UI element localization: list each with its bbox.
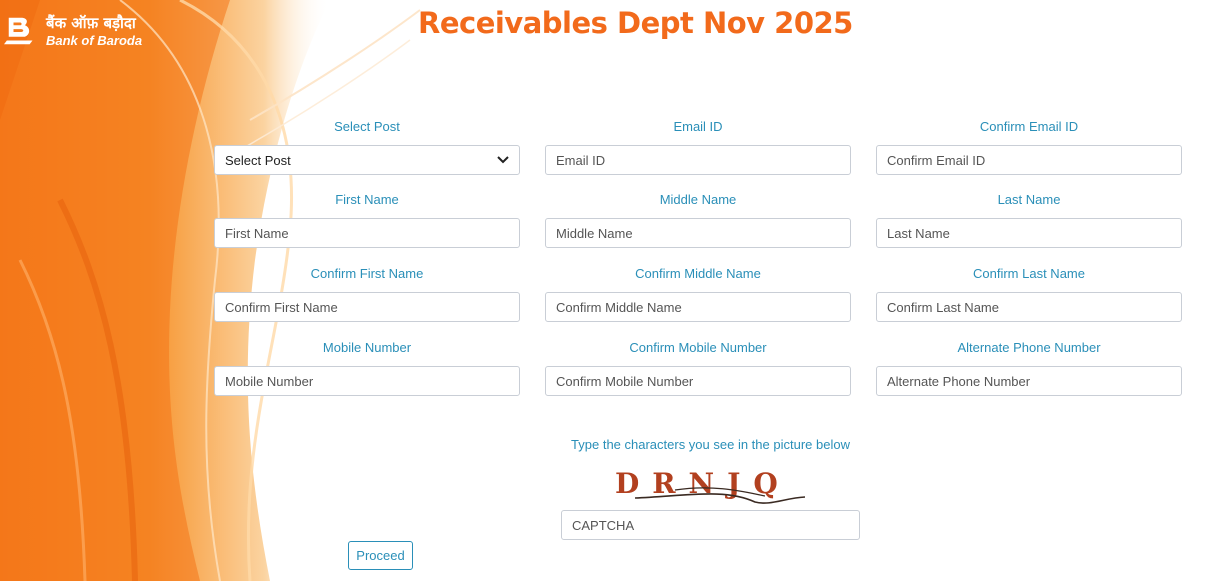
bank-logo[interactable]: बैंक ऑफ़ बड़ौदा Bank of Baroda — [4, 12, 142, 50]
confirm-email-input[interactable] — [876, 145, 1182, 175]
bank-of-baroda-logo-icon — [4, 17, 33, 45]
email-label: Email ID — [673, 119, 723, 134]
last-name-field: Last Name — [876, 191, 1182, 248]
select-post-value: Select Post — [225, 152, 291, 168]
confirm-last-name-label: Confirm Last Name — [973, 266, 1085, 281]
confirm-last-name-field: Confirm Last Name — [876, 265, 1182, 322]
captcha-instruction: Type the characters you see in the pictu… — [571, 437, 850, 452]
confirm-mobile-label: Confirm Mobile Number — [629, 340, 767, 355]
last-name-label: Last Name — [997, 192, 1061, 207]
confirm-last-name-input[interactable] — [876, 292, 1182, 322]
email-input[interactable] — [545, 145, 851, 175]
mobile-input[interactable] — [214, 366, 520, 396]
confirm-middle-name-field: Confirm Middle Name — [545, 265, 851, 322]
first-name-input[interactable] — [214, 218, 520, 248]
middle-name-label: Middle Name — [659, 192, 737, 207]
alternate-phone-label: Alternate Phone Number — [957, 340, 1101, 355]
confirm-middle-name-input[interactable] — [545, 292, 851, 322]
select-post-label: Select Post — [334, 119, 400, 134]
confirm-email-label: Confirm Email ID — [979, 119, 1079, 134]
alternate-phone-input[interactable] — [876, 366, 1182, 396]
brand-name-hindi: बैंक ऑफ़ बड़ौदा — [46, 13, 136, 32]
brand-name-english: Bank of Baroda — [46, 32, 143, 48]
confirm-first-name-label: Confirm First Name — [310, 266, 424, 281]
confirm-first-name-input[interactable] — [214, 292, 520, 322]
mobile-field: Mobile Number — [214, 339, 520, 396]
page-title: Receivables Dept Nov 2025 — [418, 6, 853, 40]
captcha-text: DRNJQ — [615, 467, 791, 500]
chevron-down-icon — [497, 156, 509, 164]
first-name-label: First Name — [335, 192, 399, 207]
select-post-field: Select Post Select Post — [214, 118, 520, 175]
middle-name-input[interactable] — [545, 218, 851, 248]
middle-name-field: Middle Name — [545, 191, 851, 248]
confirm-first-name-field: Confirm First Name — [214, 265, 520, 322]
confirm-mobile-input[interactable] — [545, 366, 851, 396]
proceed-button[interactable]: Proceed — [348, 541, 413, 570]
email-field: Email ID — [545, 118, 851, 175]
confirm-middle-name-label: Confirm Middle Name — [635, 266, 761, 281]
mobile-label: Mobile Number — [322, 340, 412, 355]
confirm-email-field: Confirm Email ID — [876, 118, 1182, 175]
first-name-field: First Name — [214, 191, 520, 248]
captcha-image: DRNJQ — [615, 467, 806, 504]
confirm-mobile-field: Confirm Mobile Number — [545, 339, 851, 396]
select-post-dropdown[interactable]: Select Post — [214, 145, 520, 175]
alternate-phone-field: Alternate Phone Number — [876, 339, 1182, 396]
captcha-input[interactable] — [561, 510, 860, 540]
last-name-input[interactable] — [876, 218, 1182, 248]
